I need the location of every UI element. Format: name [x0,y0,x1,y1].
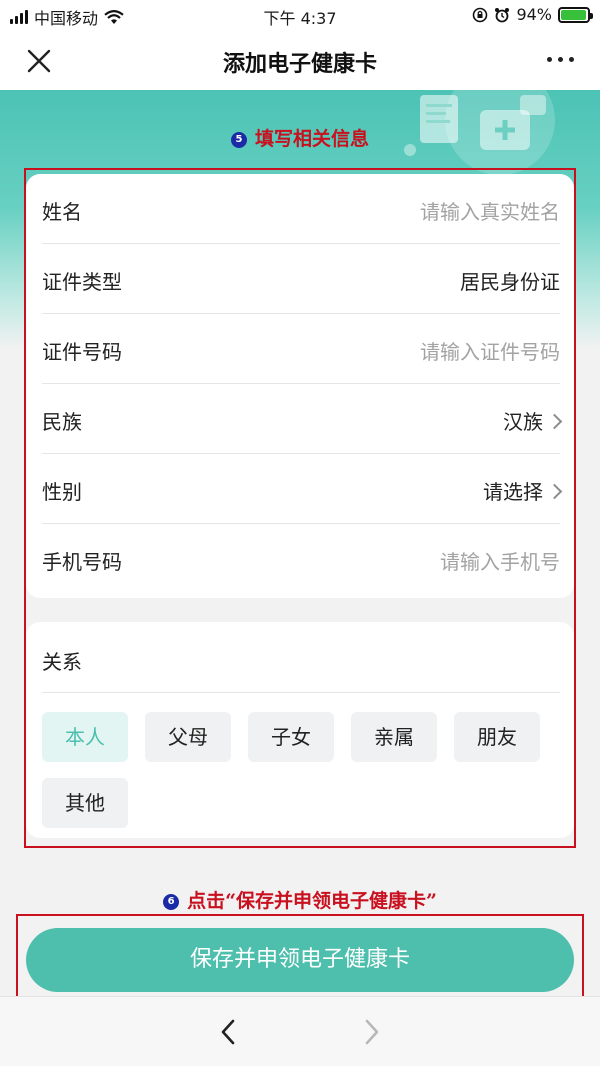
status-right: 94% [472,5,593,24]
alarm-icon [495,7,510,22]
step-5-text: 填写相关信息 [254,128,369,150]
battery-icon [558,6,593,23]
nav-bar: 添加电子健康卡 [0,32,600,90]
step-6-badge: 6 [163,894,180,910]
battery-percent: 94% [516,5,552,24]
page-title: 添加电子健康卡 [222,52,377,77]
annotation-box-button [16,914,584,1002]
orientation-lock-icon [473,7,488,22]
step-6-text: 点击“保存并申领电子健康卡” [187,890,437,912]
forward-arrow-icon[interactable] [360,1017,384,1047]
status-bar: 中国移动 下午 4:37 94% [0,0,600,32]
bottom-toolbar [0,996,600,1066]
more-icon[interactable] [547,57,574,62]
annotation-step-6: 6 点击“保存并申领电子健康卡” [0,886,600,913]
step-5-badge: 5 [230,132,247,148]
annotation-step-5: 5 填写相关信息 [0,124,600,151]
annotation-box-form [24,168,576,848]
back-arrow-icon[interactable] [216,1017,240,1047]
